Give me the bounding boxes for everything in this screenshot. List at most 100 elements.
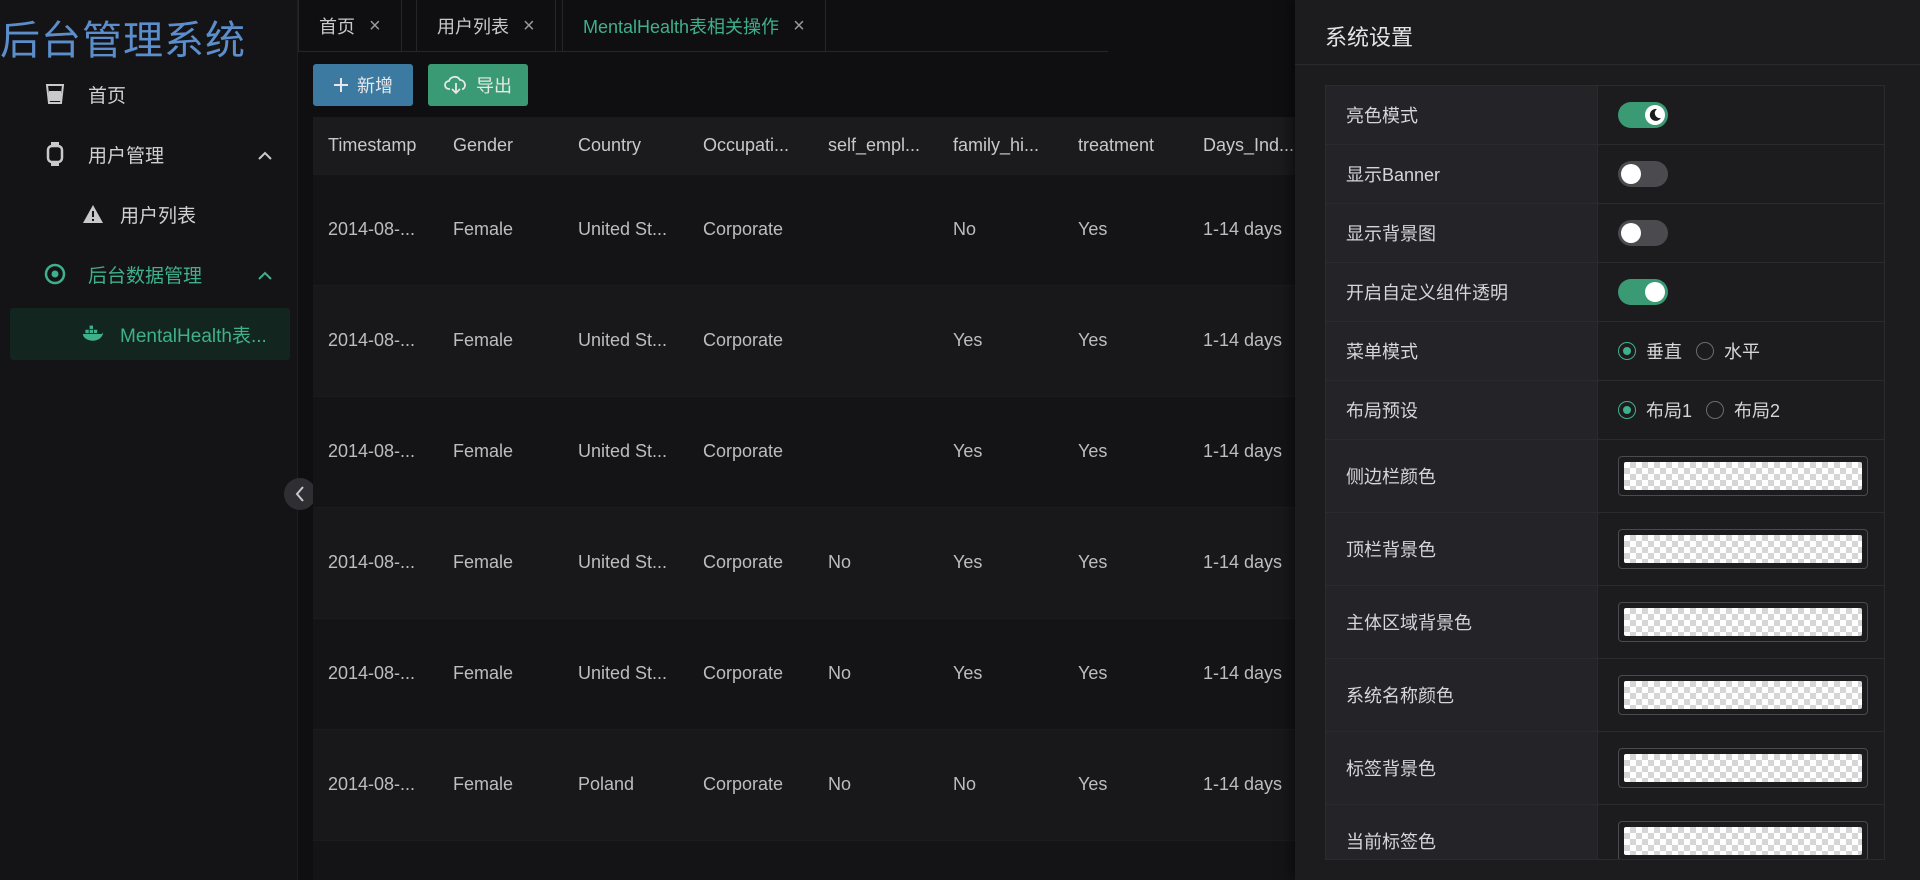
column-header[interactable]: Gender bbox=[453, 135, 553, 156]
setting-sidebar-color: 侧边栏颜色 bbox=[1326, 440, 1884, 513]
setting-light-mode: 亮色模式 bbox=[1326, 86, 1884, 145]
column-header[interactable]: Days_Ind... bbox=[1203, 135, 1303, 156]
table-cell: Yes bbox=[1078, 219, 1108, 239]
sidebar-item-user-management[interactable]: 用户管理 bbox=[10, 128, 290, 180]
table-row[interactable]: 2014-08-... Female Poland Corporate No N… bbox=[313, 730, 1323, 841]
sidebar-item-label: MentalHealth表... bbox=[120, 325, 267, 347]
table-cell: 2014-08-... bbox=[328, 663, 416, 683]
column-header[interactable]: treatment bbox=[1078, 135, 1178, 156]
tag-bg-color-picker[interactable] bbox=[1618, 748, 1868, 788]
table-row[interactable]: 2014-08-... Female United St... Corporat… bbox=[313, 397, 1323, 508]
table-cell: Yes bbox=[1078, 552, 1108, 572]
table-cell: No bbox=[828, 774, 852, 794]
table-cell: 2014-08-... bbox=[328, 441, 416, 461]
column-header[interactable]: self_empl... bbox=[828, 135, 928, 156]
warning-icon bbox=[82, 203, 104, 225]
settings-title: 系统设置 bbox=[1325, 25, 1414, 50]
table-cell: Yes bbox=[1078, 441, 1108, 461]
table-cell: No bbox=[828, 552, 852, 572]
setting-menu-mode: 菜单模式 垂直 水平 bbox=[1326, 322, 1884, 381]
table-cell: 2014-08-... bbox=[328, 552, 416, 572]
sidebar-item-data-management[interactable]: 后台数据管理 bbox=[10, 248, 290, 300]
table-cell: Female bbox=[453, 552, 514, 572]
sidebar-color-picker[interactable] bbox=[1618, 456, 1868, 496]
tab-bar: 首页 × 用户列表 × MentalHealth表相关操作 × bbox=[298, 0, 1108, 52]
divider bbox=[1295, 64, 1920, 65]
table-cell: 2014-08-... bbox=[328, 219, 416, 239]
show-background-switch[interactable] bbox=[1618, 220, 1668, 246]
topbar-color-picker[interactable] bbox=[1618, 529, 1868, 569]
sidebar-item-mentalhealth[interactable]: MentalHealth表... bbox=[10, 308, 290, 360]
table-row[interactable]: 2014-08-... Female United St... Corporat… bbox=[313, 175, 1323, 286]
table-cell: Corporate bbox=[703, 552, 784, 572]
table-cell: 1-14 days bbox=[1203, 330, 1283, 350]
table-cell: 1-14 days bbox=[1203, 219, 1283, 239]
settings-drawer: 系统设置 亮色模式 显示Banner 显示背景图 开启自定义组件透明 菜单模式 bbox=[1295, 0, 1920, 880]
table-row[interactable]: 2014-08-... Female United St... Corporat… bbox=[313, 508, 1323, 619]
data-table: Timestamp Gender Country Occupati... sel… bbox=[313, 117, 1323, 880]
watch-icon bbox=[44, 142, 66, 166]
tab-label: 用户列表 bbox=[437, 17, 509, 37]
radio-horizontal[interactable] bbox=[1696, 342, 1714, 360]
table-cell: Yes bbox=[1078, 774, 1108, 794]
table-cell: 2014-08-... bbox=[328, 330, 416, 350]
radio-layout1[interactable] bbox=[1618, 401, 1636, 419]
column-header[interactable]: Occupati... bbox=[703, 135, 803, 156]
table-cell: No bbox=[953, 219, 977, 239]
table-cell: United St... bbox=[578, 219, 668, 239]
table-cell: Yes bbox=[1078, 330, 1108, 350]
add-button[interactable]: 新增 bbox=[313, 64, 413, 106]
setting-label: 侧边栏颜色 bbox=[1326, 440, 1598, 512]
table-row[interactable]: 2014-08-... Female United St... Corporat… bbox=[313, 286, 1323, 397]
setting-label: 菜单模式 bbox=[1326, 322, 1598, 380]
table-cell: United St... bbox=[578, 441, 668, 461]
column-header[interactable]: family_hi... bbox=[953, 135, 1053, 156]
tab-home[interactable]: 首页 × bbox=[298, 0, 402, 52]
light-mode-switch[interactable] bbox=[1618, 102, 1668, 128]
setting-label: 标签背景色 bbox=[1326, 732, 1598, 804]
tab-user-list[interactable]: 用户列表 × bbox=[416, 0, 556, 52]
title-color-picker[interactable] bbox=[1618, 675, 1868, 715]
export-button[interactable]: 导出 bbox=[428, 64, 528, 106]
setting-topbar-color: 顶栏背景色 bbox=[1326, 513, 1884, 586]
radio-vertical[interactable] bbox=[1618, 342, 1636, 360]
table-cell: United St... bbox=[578, 330, 668, 350]
close-icon[interactable]: × bbox=[523, 15, 535, 38]
setting-label: 系统名称颜色 bbox=[1326, 659, 1598, 731]
transparency-switch[interactable] bbox=[1618, 279, 1668, 305]
setting-label: 主体区域背景色 bbox=[1326, 586, 1598, 658]
settings-table: 亮色模式 显示Banner 显示背景图 开启自定义组件透明 菜单模式 垂直 水平… bbox=[1325, 85, 1885, 860]
table-cell: Corporate bbox=[703, 663, 784, 683]
table-cell: United St... bbox=[578, 663, 668, 683]
setting-label: 顶栏背景色 bbox=[1326, 513, 1598, 585]
table-row[interactable]: 2014-08-... Female United St... Corporat… bbox=[313, 619, 1323, 730]
close-icon[interactable]: × bbox=[369, 15, 381, 38]
tab-mentalhealth[interactable]: MentalHealth表相关操作 × bbox=[562, 0, 826, 52]
table-cell: Yes bbox=[1078, 663, 1108, 683]
eye-circle-icon bbox=[44, 263, 66, 285]
radio-layout2[interactable] bbox=[1706, 401, 1725, 419]
radio-label: 垂直 bbox=[1646, 342, 1682, 362]
table-cell: No bbox=[953, 774, 977, 794]
setting-current-tag-color: 当前标签色 bbox=[1326, 805, 1884, 859]
radio-label: 水平 bbox=[1724, 342, 1760, 362]
column-header[interactable]: Timestamp bbox=[328, 135, 428, 156]
sidebar-collapse-button[interactable] bbox=[284, 478, 316, 510]
table-cell: 1-14 days bbox=[1203, 552, 1283, 572]
chevron-up-icon bbox=[258, 265, 272, 287]
sidebar-item-home[interactable]: 首页 bbox=[10, 68, 290, 120]
main-color-picker[interactable] bbox=[1618, 602, 1868, 642]
setting-label: 开启自定义组件透明 bbox=[1326, 263, 1598, 321]
setting-label: 布局预设 bbox=[1326, 381, 1598, 439]
close-icon[interactable]: × bbox=[793, 15, 805, 38]
chevron-left-icon bbox=[295, 486, 304, 502]
docker-icon bbox=[82, 323, 104, 345]
cloud-download-icon bbox=[444, 75, 466, 95]
table-cell: Corporate bbox=[703, 441, 784, 461]
show-banner-switch[interactable] bbox=[1618, 161, 1668, 187]
tab-label: 首页 bbox=[319, 17, 355, 37]
current-tag-color-picker[interactable] bbox=[1618, 821, 1868, 859]
sidebar: 后台管理系统 首页 用户管理 用户列表 后台数据管理 MentalHealth表… bbox=[0, 0, 298, 880]
column-header[interactable]: Country bbox=[578, 135, 678, 156]
sidebar-item-user-list[interactable]: 用户列表 bbox=[10, 188, 290, 240]
